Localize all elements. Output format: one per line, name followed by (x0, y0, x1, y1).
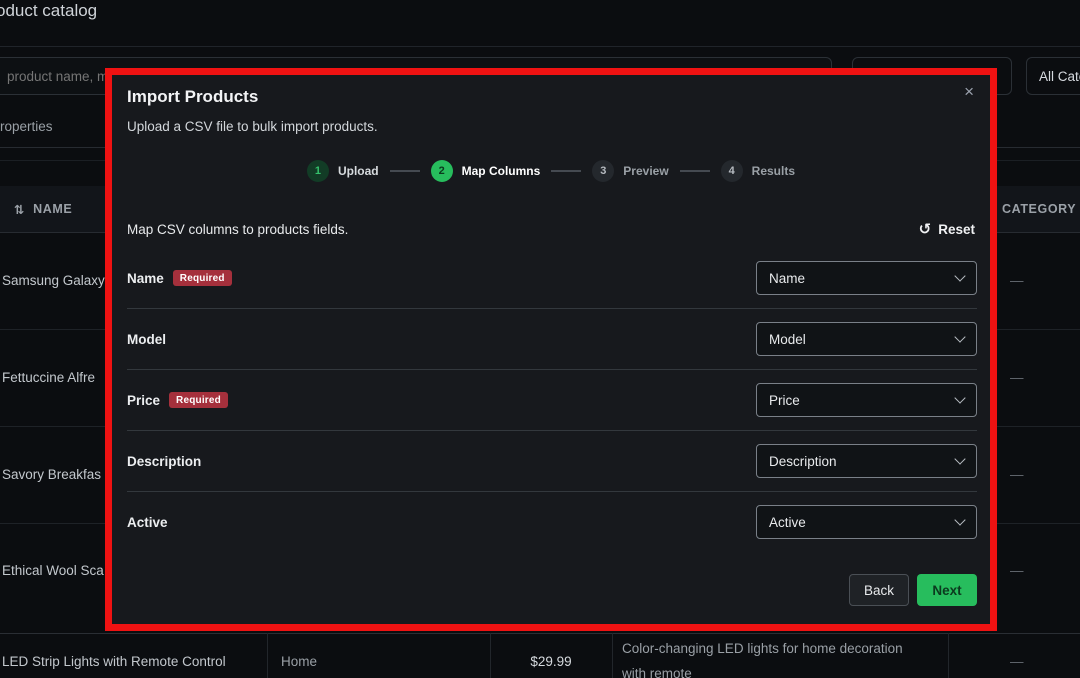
select-value: Name (769, 271, 805, 286)
column-header-category-label: CATEGORY (1002, 202, 1076, 216)
field-label-description: Description (127, 444, 201, 478)
reset-icon: ↺ (919, 220, 932, 238)
step-number: 4 (721, 160, 743, 182)
column-header-category[interactable]: CATEGORY (1002, 186, 1076, 232)
import-stepper: 1 Upload 2 Map Columns 3 Preview 4 Resul… (112, 160, 990, 182)
modal-title: Import Products (127, 87, 258, 107)
next-button[interactable]: Next (917, 574, 977, 606)
field-divider (127, 491, 977, 492)
select-value: Price (769, 393, 800, 408)
field-label-text: Active (127, 515, 168, 530)
table-cell-description-line1: Color-changing LED lights for home decor… (622, 641, 903, 656)
table-row-name[interactable]: Fettuccine Alfre (2, 370, 95, 385)
field-divider (127, 430, 977, 431)
select-model-column[interactable]: Model (756, 322, 977, 356)
field-label-name: Name Required (127, 261, 232, 295)
mapping-instruction: Map CSV columns to products fields. (127, 222, 348, 237)
chevron-down-icon (954, 453, 965, 464)
step-number: 2 (431, 160, 453, 182)
step-connector (680, 170, 710, 172)
column-header-name[interactable]: ⇅ NAME (14, 186, 72, 232)
page-title: oduct catalog (0, 1, 97, 21)
select-price-column[interactable]: Price (756, 383, 977, 417)
field-label-text: Name (127, 271, 164, 286)
cell-border (948, 633, 949, 678)
category-filter-select[interactable]: All Cate (1026, 57, 1080, 95)
properties-label: roperties (0, 119, 53, 134)
field-divider (127, 369, 977, 370)
step-preview[interactable]: 3 Preview (592, 160, 668, 182)
table-row-name[interactable]: LED Strip Lights with Remote Control (2, 654, 226, 669)
table-cell-category: — (1010, 370, 1024, 385)
select-description-column[interactable]: Description (756, 444, 977, 478)
table-row-name[interactable]: Ethical Wool Sca (2, 563, 104, 578)
step-map-columns[interactable]: 2 Map Columns (431, 160, 541, 182)
select-active-column[interactable]: Active (756, 505, 977, 539)
column-header-name-label: NAME (33, 202, 72, 216)
table-cell-category: — (1010, 273, 1024, 288)
table-row-name[interactable]: Samsung Galaxy (2, 273, 105, 288)
table-cell-category: — (1010, 563, 1024, 578)
table-cell-price: $29.99 (490, 654, 612, 669)
sort-icon[interactable]: ⇅ (14, 202, 25, 217)
select-name-column[interactable]: Name (756, 261, 977, 295)
table-cell-category: — (1010, 654, 1024, 669)
field-label-text: Price (127, 393, 160, 408)
chevron-down-icon (954, 331, 965, 342)
field-label-text: Description (127, 454, 201, 469)
select-value: Active (769, 515, 806, 530)
field-label-text: Model (127, 332, 166, 347)
step-number: 1 (307, 160, 329, 182)
field-divider (127, 308, 977, 309)
required-badge: Required (173, 270, 232, 286)
modal-subtitle: Upload a CSV file to bulk import product… (127, 119, 378, 134)
step-label: Results (752, 164, 795, 178)
chevron-down-icon (954, 270, 965, 281)
cell-border (612, 633, 613, 678)
chevron-down-icon (954, 514, 965, 525)
field-label-price: Price Required (127, 383, 228, 417)
back-button[interactable]: Back (849, 574, 909, 606)
close-icon[interactable]: × (964, 83, 974, 100)
table-cell-description-line2: with remote (622, 666, 692, 678)
table-cell-col2: Home (281, 654, 317, 669)
reset-label: Reset (938, 222, 975, 237)
step-label: Upload (338, 164, 379, 178)
required-badge: Required (169, 392, 228, 408)
step-label: Map Columns (462, 164, 541, 178)
cell-border (267, 633, 268, 678)
row-divider (0, 633, 1080, 634)
app-root: oduct catalog All Cate roperties ⇅ NAME … (0, 0, 1080, 678)
step-number: 3 (592, 160, 614, 182)
table-row-name[interactable]: Savory Breakfas (2, 467, 101, 482)
field-label-model: Model (127, 322, 166, 356)
step-connector (551, 170, 581, 172)
header-divider (0, 46, 1080, 47)
field-label-active: Active (127, 505, 168, 539)
step-label: Preview (623, 164, 668, 178)
select-value: Model (769, 332, 806, 347)
table-cell-category: — (1010, 467, 1024, 482)
chevron-down-icon (954, 392, 965, 403)
reset-button[interactable]: ↺ Reset (919, 220, 975, 238)
select-value: Description (769, 454, 837, 469)
category-filter-label: All Cate (1039, 69, 1080, 84)
step-connector (390, 170, 420, 172)
import-products-modal: × Import Products Upload a CSV file to b… (105, 68, 997, 631)
step-results[interactable]: 4 Results (721, 160, 795, 182)
step-upload[interactable]: 1 Upload (307, 160, 379, 182)
